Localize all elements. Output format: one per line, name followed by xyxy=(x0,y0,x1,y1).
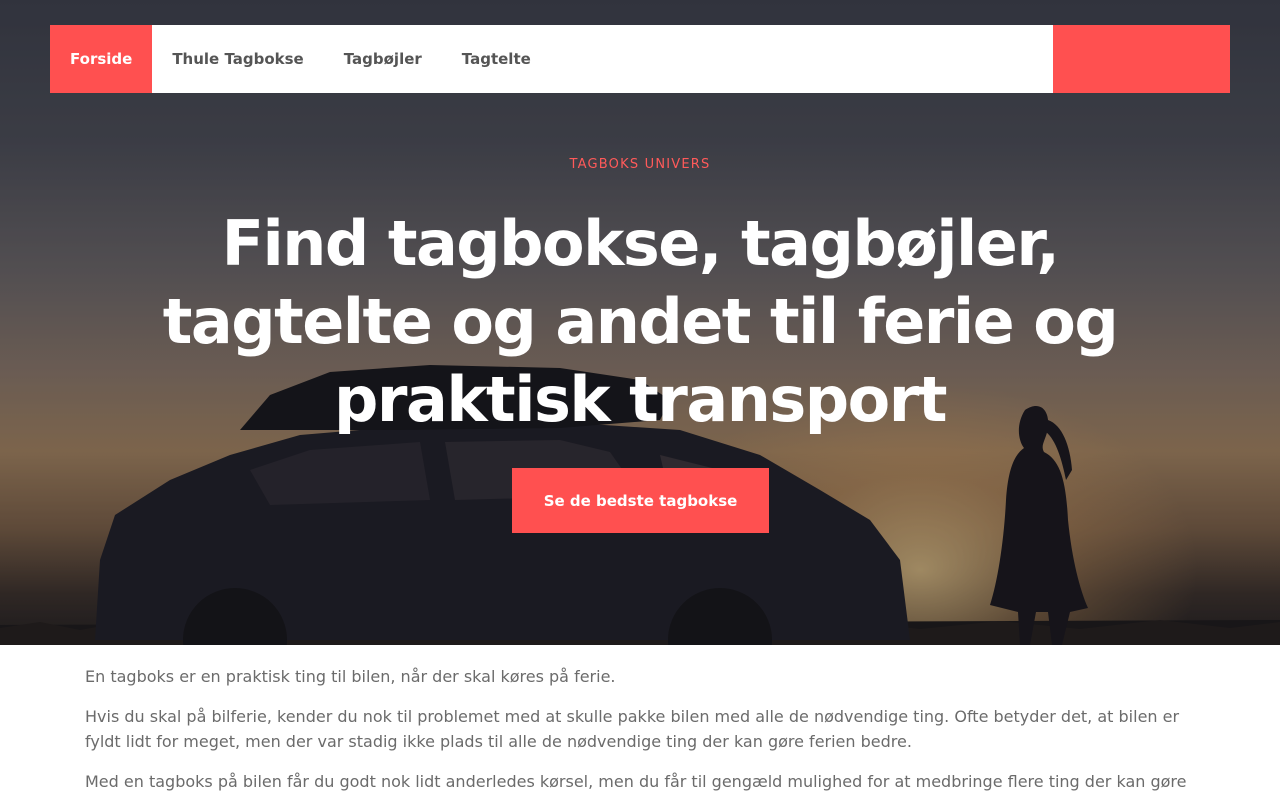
nav-action-button[interactable] xyxy=(1053,25,1230,93)
content-paragraph: Hvis du skal på bilferie, kender du nok … xyxy=(85,707,1180,751)
nav-item-forside[interactable]: Forside xyxy=(50,25,153,93)
nav-item-tagtelte[interactable]: Tagtelte xyxy=(442,25,551,93)
hero-section: Forside Thule Tagbokse Tagbøjler Tagtelt… xyxy=(0,0,1280,645)
main-content: En tagboks er en praktisk ting til bilen… xyxy=(85,664,1200,800)
nav-item-thule-tagbokse[interactable]: Thule Tagbokse xyxy=(152,25,323,93)
content-paragraph: En tagboks er en praktisk ting til bilen… xyxy=(85,667,616,686)
main-navbar: Forside Thule Tagbokse Tagbøjler Tagtelt… xyxy=(50,25,1230,93)
nav-item-tagbojler[interactable]: Tagbøjler xyxy=(324,25,442,93)
hero-title: Find tagbokse, tagbøjler, tagtelte og an… xyxy=(162,207,1119,436)
content-paragraph: Med en tagboks på bilen får du godt nok … xyxy=(85,772,1187,800)
hero-eyebrow: TAGBOKS UNIVERS xyxy=(569,157,711,172)
cta-button[interactable]: Se de bedste tagbokse xyxy=(512,468,769,533)
